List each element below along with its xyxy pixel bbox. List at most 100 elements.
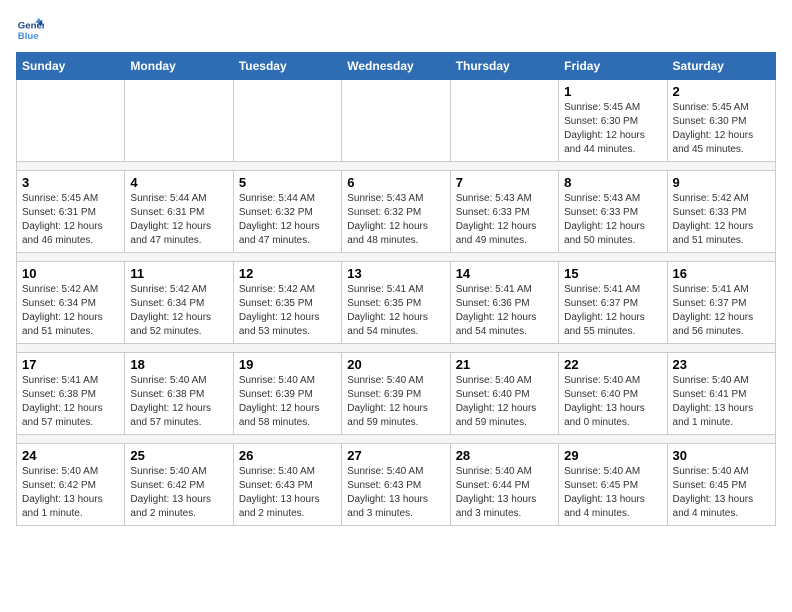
day-number: 22 bbox=[564, 357, 661, 372]
day-number: 3 bbox=[22, 175, 119, 190]
day-info: Sunrise: 5:41 AMSunset: 6:38 PMDaylight:… bbox=[22, 374, 119, 430]
calendar-cell bbox=[342, 80, 450, 162]
day-info: Sunrise: 5:45 AMSunset: 6:31 PMDaylight:… bbox=[22, 192, 119, 248]
day-number: 15 bbox=[564, 266, 661, 281]
calendar-week-4: 17 Sunrise: 5:41 AMSunset: 6:38 PMDayligh… bbox=[17, 353, 776, 435]
day-info: Sunrise: 5:41 AMSunset: 6:35 PMDaylight:… bbox=[347, 283, 444, 339]
day-number: 2 bbox=[673, 84, 770, 99]
day-info: Sunrise: 5:44 AMSunset: 6:32 PMDaylight:… bbox=[239, 192, 336, 248]
day-info: Sunrise: 5:41 AMSunset: 6:36 PMDaylight:… bbox=[456, 283, 553, 339]
day-info: Sunrise: 5:40 AMSunset: 6:43 PMDaylight:… bbox=[347, 465, 444, 521]
day-number: 23 bbox=[673, 357, 770, 372]
calendar-cell: 1 Sunrise: 5:45 AMSunset: 6:30 PMDaylight… bbox=[559, 80, 667, 162]
weekday-header-thursday: Thursday bbox=[450, 53, 558, 80]
day-number: 18 bbox=[130, 357, 227, 372]
calendar-cell: 18 Sunrise: 5:40 AMSunset: 6:38 PMDayligh… bbox=[125, 353, 233, 435]
calendar-cell: 6 Sunrise: 5:43 AMSunset: 6:32 PMDaylight… bbox=[342, 171, 450, 253]
weekday-header-sunday: Sunday bbox=[17, 53, 125, 80]
day-number: 13 bbox=[347, 266, 444, 281]
calendar-cell: 5 Sunrise: 5:44 AMSunset: 6:32 PMDaylight… bbox=[233, 171, 341, 253]
day-number: 21 bbox=[456, 357, 553, 372]
day-number: 4 bbox=[130, 175, 227, 190]
day-info: Sunrise: 5:45 AMSunset: 6:30 PMDaylight:… bbox=[564, 101, 661, 157]
day-number: 17 bbox=[22, 357, 119, 372]
day-number: 29 bbox=[564, 448, 661, 463]
calendar-cell: 9 Sunrise: 5:42 AMSunset: 6:33 PMDaylight… bbox=[667, 171, 775, 253]
calendar-cell: 25 Sunrise: 5:40 AMSunset: 6:42 PMDayligh… bbox=[125, 444, 233, 526]
day-info: Sunrise: 5:45 AMSunset: 6:30 PMDaylight:… bbox=[673, 101, 770, 157]
calendar-cell: 17 Sunrise: 5:41 AMSunset: 6:38 PMDayligh… bbox=[17, 353, 125, 435]
day-info: Sunrise: 5:42 AMSunset: 6:33 PMDaylight:… bbox=[673, 192, 770, 248]
day-info: Sunrise: 5:43 AMSunset: 6:33 PMDaylight:… bbox=[456, 192, 553, 248]
calendar-week-3: 10 Sunrise: 5:42 AMSunset: 6:34 PMDayligh… bbox=[17, 262, 776, 344]
calendar-week-2: 3 Sunrise: 5:45 AMSunset: 6:31 PMDaylight… bbox=[17, 171, 776, 253]
day-info: Sunrise: 5:40 AMSunset: 6:45 PMDaylight:… bbox=[564, 465, 661, 521]
calendar-cell: 26 Sunrise: 5:40 AMSunset: 6:43 PMDayligh… bbox=[233, 444, 341, 526]
day-number: 5 bbox=[239, 175, 336, 190]
day-number: 25 bbox=[130, 448, 227, 463]
day-info: Sunrise: 5:40 AMSunset: 6:42 PMDaylight:… bbox=[130, 465, 227, 521]
calendar-cell: 23 Sunrise: 5:40 AMSunset: 6:41 PMDayligh… bbox=[667, 353, 775, 435]
weekday-header-wednesday: Wednesday bbox=[342, 53, 450, 80]
weekday-header-saturday: Saturday bbox=[667, 53, 775, 80]
day-info: Sunrise: 5:40 AMSunset: 6:38 PMDaylight:… bbox=[130, 374, 227, 430]
day-info: Sunrise: 5:40 AMSunset: 6:43 PMDaylight:… bbox=[239, 465, 336, 521]
calendar-table: SundayMondayTuesdayWednesdayThursdayFrid… bbox=[16, 52, 776, 526]
calendar-cell: 12Sunrise: 5:42 AMSunset: 6:35 PMDayligh… bbox=[233, 262, 341, 344]
day-number: 10 bbox=[22, 266, 119, 281]
calendar-cell: 27 Sunrise: 5:40 AMSunset: 6:43 PMDayligh… bbox=[342, 444, 450, 526]
calendar-cell: 10 Sunrise: 5:42 AMSunset: 6:34 PMDayligh… bbox=[17, 262, 125, 344]
day-number: 24 bbox=[22, 448, 119, 463]
day-info: Sunrise: 5:41 AMSunset: 6:37 PMDaylight:… bbox=[564, 283, 661, 339]
day-info: Sunrise: 5:40 AMSunset: 6:39 PMDaylight:… bbox=[347, 374, 444, 430]
calendar-cell: 4 Sunrise: 5:44 AMSunset: 6:31 PMDaylight… bbox=[125, 171, 233, 253]
day-number: 11 bbox=[130, 266, 227, 281]
calendar-cell bbox=[17, 80, 125, 162]
day-info: Sunrise: 5:40 AMSunset: 6:45 PMDaylight:… bbox=[673, 465, 770, 521]
day-info: Sunrise: 5:43 AMSunset: 6:32 PMDaylight:… bbox=[347, 192, 444, 248]
calendar-cell: 14 Sunrise: 5:41 AMSunset: 6:36 PMDayligh… bbox=[450, 262, 558, 344]
day-info: Sunrise: 5:40 AMSunset: 6:44 PMDaylight:… bbox=[456, 465, 553, 521]
day-number: 16 bbox=[673, 266, 770, 281]
day-number: 26 bbox=[239, 448, 336, 463]
day-number: 20 bbox=[347, 357, 444, 372]
day-info: Sunrise: 5:40 AMSunset: 6:41 PMDaylight:… bbox=[673, 374, 770, 430]
logo: General Blue bbox=[16, 16, 48, 44]
calendar-cell: 21Sunrise: 5:40 AMSunset: 6:40 PMDayligh… bbox=[450, 353, 558, 435]
calendar-cell: 29 Sunrise: 5:40 AMSunset: 6:45 PMDayligh… bbox=[559, 444, 667, 526]
day-info: Sunrise: 5:43 AMSunset: 6:33 PMDaylight:… bbox=[564, 192, 661, 248]
day-info: Sunrise: 5:40 AMSunset: 6:40 PMDaylight:… bbox=[564, 374, 661, 430]
calendar-cell: 28 Sunrise: 5:40 AMSunset: 6:44 PMDayligh… bbox=[450, 444, 558, 526]
header: General Blue bbox=[16, 16, 776, 44]
day-info: Sunrise: 5:44 AMSunset: 6:31 PMDaylight:… bbox=[130, 192, 227, 248]
logo-icon: General Blue bbox=[16, 16, 44, 44]
day-info: Sunrise: 5:41 AMSunset: 6:37 PMDaylight:… bbox=[673, 283, 770, 339]
day-number: 1 bbox=[564, 84, 661, 99]
calendar-cell bbox=[125, 80, 233, 162]
week-spacer bbox=[17, 253, 776, 262]
day-number: 30 bbox=[673, 448, 770, 463]
calendar-cell bbox=[450, 80, 558, 162]
calendar-week-5: 24 Sunrise: 5:40 AMSunset: 6:42 PMDayligh… bbox=[17, 444, 776, 526]
weekday-header-tuesday: Tuesday bbox=[233, 53, 341, 80]
day-number: 27 bbox=[347, 448, 444, 463]
day-number: 14 bbox=[456, 266, 553, 281]
day-info: Sunrise: 5:42 AMSunset: 6:34 PMDaylight:… bbox=[22, 283, 119, 339]
day-number: 28 bbox=[456, 448, 553, 463]
calendar-cell: 3 Sunrise: 5:45 AMSunset: 6:31 PMDaylight… bbox=[17, 171, 125, 253]
weekday-header-monday: Monday bbox=[125, 53, 233, 80]
day-number: 8 bbox=[564, 175, 661, 190]
day-info: Sunrise: 5:40 AMSunset: 6:39 PMDaylight:… bbox=[239, 374, 336, 430]
calendar-cell: 30 Sunrise: 5:40 AMSunset: 6:45 PMDayligh… bbox=[667, 444, 775, 526]
calendar-cell: 16 Sunrise: 5:41 AMSunset: 6:37 PMDayligh… bbox=[667, 262, 775, 344]
calendar-cell: 11Sunrise: 5:42 AMSunset: 6:34 PMDayligh… bbox=[125, 262, 233, 344]
day-number: 12 bbox=[239, 266, 336, 281]
day-number: 6 bbox=[347, 175, 444, 190]
day-number: 9 bbox=[673, 175, 770, 190]
day-number: 19 bbox=[239, 357, 336, 372]
svg-text:Blue: Blue bbox=[18, 31, 39, 42]
calendar-cell: 24Sunrise: 5:40 AMSunset: 6:42 PMDayligh… bbox=[17, 444, 125, 526]
week-spacer bbox=[17, 344, 776, 353]
calendar-cell bbox=[233, 80, 341, 162]
weekday-header-friday: Friday bbox=[559, 53, 667, 80]
